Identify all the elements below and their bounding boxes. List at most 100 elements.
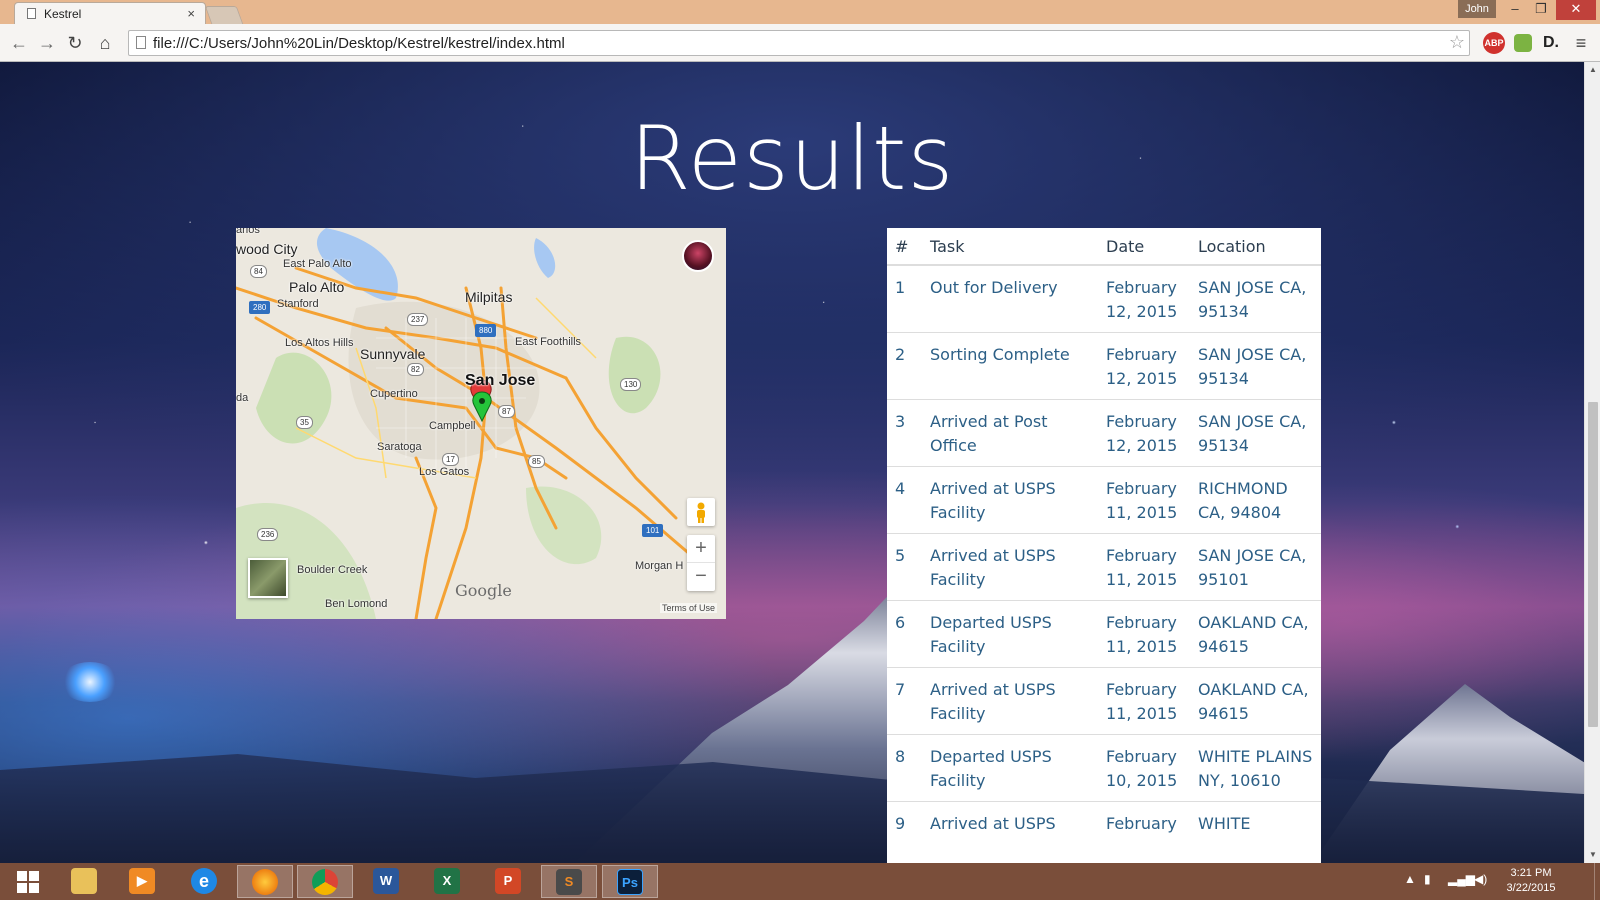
reload-icon[interactable]: ↻: [64, 32, 86, 54]
power-icon[interactable]: ▮: [1424, 872, 1431, 886]
row-location: OAKLAND CA, 94615: [1190, 600, 1321, 668]
row-date: February 11, 2015: [1098, 667, 1190, 735]
profile-button[interactable]: John: [1458, 0, 1496, 18]
map-label-carlos: arlos: [236, 228, 260, 236]
map-label-east-palo-alto: East Palo Alto: [283, 258, 352, 270]
row-number: 1: [887, 264, 922, 333]
map-label-stanford: Stanford: [277, 298, 319, 310]
minimize-button[interactable]: –: [1502, 0, 1528, 20]
internet-explorer-icon: e: [191, 868, 217, 894]
taskbar-powerpoint[interactable]: P: [480, 865, 536, 898]
taskbar-internet-explorer[interactable]: e: [176, 865, 232, 898]
start-button[interactable]: [0, 865, 56, 898]
url-input[interactable]: [153, 31, 1413, 55]
zoom-control: + −: [687, 535, 715, 591]
row-number: 9: [887, 801, 922, 844]
map-label-cupertino: Cupertino: [370, 388, 418, 400]
row-task: Arrived at USPS Facility: [922, 466, 1098, 534]
row-number: 8: [887, 734, 922, 802]
map-label-left-edge: da: [236, 392, 249, 404]
adblock-plus-icon[interactable]: ABP: [1483, 32, 1505, 54]
tab-kestrel[interactable]: Kestrel ×: [14, 2, 206, 24]
map-label-san-jose: San Jose: [465, 372, 536, 389]
row-date: February 10, 2015: [1098, 734, 1190, 802]
account-avatar[interactable]: [682, 240, 714, 272]
zoom-in-button[interactable]: +: [687, 535, 715, 563]
taskbar-excel[interactable]: X: [419, 865, 475, 898]
restore-button[interactable]: ❐: [1528, 0, 1554, 20]
taskbar-media-player[interactable]: ▶: [114, 865, 170, 898]
scroll-up-arrow-icon[interactable]: ▲: [1585, 62, 1600, 78]
back-arrow-icon[interactable]: ←: [8, 32, 30, 54]
scroll-thumb[interactable]: [1588, 402, 1598, 727]
address-bar[interactable]: ☆: [128, 30, 1470, 56]
map-label-campbell: Campbell: [429, 420, 476, 432]
extension-d-icon[interactable]: D.: [1540, 32, 1562, 54]
extension-leaf-icon[interactable]: [1514, 34, 1532, 52]
row-location: RICHMOND CA, 94804: [1190, 466, 1321, 534]
satellite-toggle[interactable]: [248, 558, 288, 598]
row-number: 5: [887, 533, 922, 601]
column-header-location: Location: [1190, 228, 1321, 266]
map-label-redwood-city: wood City: [236, 241, 298, 257]
menu-icon[interactable]: ≡: [1570, 32, 1592, 54]
row-date: February 11, 2015: [1098, 466, 1190, 534]
taskbar-photoshop[interactable]: Ps: [602, 865, 658, 898]
volume-icon[interactable]: ◀): [1474, 872, 1487, 886]
table-row: 7 Arrived at USPS Facility February 11, …: [887, 667, 1321, 735]
show-hidden-icons-icon[interactable]: ▲: [1404, 872, 1416, 886]
highway-shield: 87: [498, 405, 515, 418]
highway-shield: 130: [620, 378, 642, 391]
highway-shield: 85: [528, 455, 545, 468]
zoom-out-button[interactable]: −: [687, 563, 715, 591]
home-icon[interactable]: ⌂: [94, 32, 116, 54]
map-label-los-altos-hills: Los Altos Hills: [285, 337, 354, 349]
map-label-milpitas: Milpitas: [465, 289, 513, 305]
row-location: SAN JOSE CA, 95101: [1190, 533, 1321, 601]
forward-arrow-icon[interactable]: →: [36, 32, 58, 54]
table-row: 5 Arrived at USPS Facility February 11, …: [887, 533, 1321, 601]
map-label-boulder-creek: Boulder Creek: [297, 564, 368, 576]
row-task: Departed USPS Facility: [922, 734, 1098, 802]
taskbar-sublime-text[interactable]: S: [541, 865, 597, 898]
results-table: # Task Date Location 1 Out for Delivery …: [887, 228, 1321, 844]
page-icon: [136, 36, 146, 49]
highway-shield: 280: [249, 301, 271, 314]
new-tab-button[interactable]: [204, 6, 244, 24]
table-row: 3 Arrived at Post Office February 12, 20…: [887, 399, 1321, 467]
row-date: February 12, 2015: [1098, 399, 1190, 467]
bookmark-star-icon[interactable]: ☆: [1449, 32, 1465, 53]
page-scrollbar[interactable]: ▲ ▼: [1584, 62, 1600, 863]
show-desktop-button[interactable]: [1594, 863, 1600, 900]
row-task: Sorting Complete: [922, 332, 1098, 400]
taskbar-chrome[interactable]: [297, 865, 353, 898]
row-task: Arrived at USPS Facility: [922, 667, 1098, 735]
row-date: February 11, 2015: [1098, 600, 1190, 668]
clock-date: 3/22/2015: [1506, 882, 1556, 894]
row-location: WHITE PLAINS NY, 10610: [1190, 734, 1321, 802]
sublime-text-icon: S: [556, 869, 582, 895]
results-table-panel: # Task Date Location 1 Out for Delivery …: [887, 228, 1321, 863]
terms-of-use-link[interactable]: Terms of Use: [660, 603, 718, 613]
street-view-pegman-icon[interactable]: [687, 498, 715, 526]
close-window-button[interactable]: ✕: [1556, 0, 1596, 20]
map-label-morgan-hill: Morgan H: [635, 560, 684, 572]
table-row: 6 Departed USPS Facility February 11, 20…: [887, 600, 1321, 668]
system-clock[interactable]: 3:21 PM 3/22/2015: [1500, 866, 1562, 896]
taskbar-word[interactable]: W: [358, 865, 414, 898]
media-player-icon: ▶: [129, 868, 155, 894]
google-map[interactable]: arlos wood City East Palo Alto Palo Alto…: [236, 228, 726, 619]
row-date: February 11, 2015: [1098, 533, 1190, 601]
row-date: February: [1098, 801, 1190, 844]
network-signal-icon[interactable]: ▂▄▆: [1448, 872, 1475, 886]
row-number: 7: [887, 667, 922, 735]
taskbar-file-explorer[interactable]: [56, 865, 112, 898]
word-icon: W: [373, 868, 399, 894]
scroll-down-arrow-icon[interactable]: ▼: [1585, 847, 1600, 863]
map-label-east-foothills: East Foothills: [515, 336, 582, 348]
row-number: 2: [887, 332, 922, 400]
map-label-palo-alto: Palo Alto: [289, 279, 345, 295]
highway-shield: 35: [296, 416, 313, 429]
taskbar-firefox[interactable]: [237, 865, 293, 898]
tab-close-icon[interactable]: ×: [187, 6, 195, 21]
